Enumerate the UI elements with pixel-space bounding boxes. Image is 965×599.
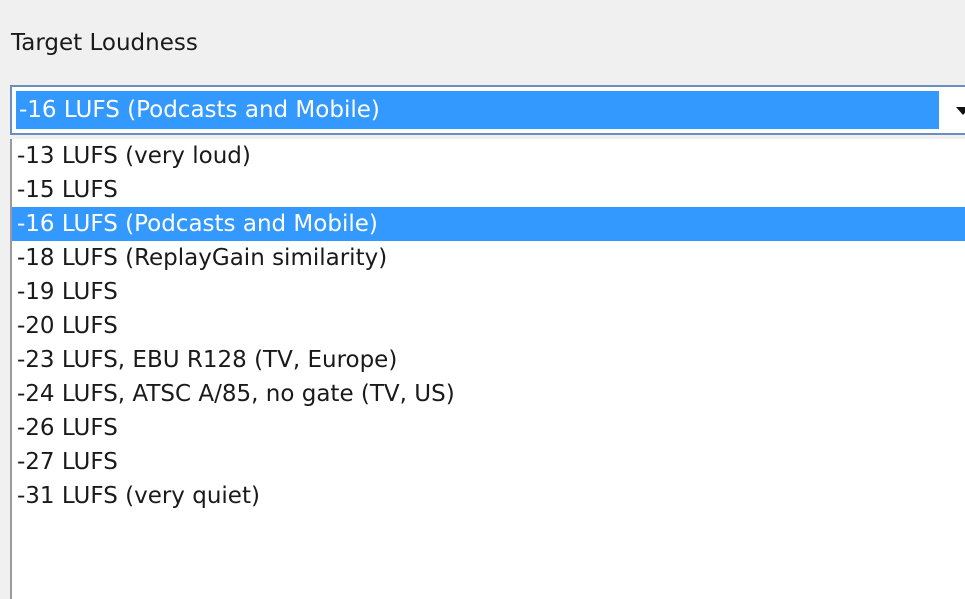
- dropdown-option-highlighted[interactable]: -16 LUFS (Podcasts and Mobile): [12, 207, 965, 241]
- dropdown-arrow-icon[interactable]: [956, 107, 965, 115]
- target-loudness-combobox[interactable]: -16 LUFS (Podcasts and Mobile): [10, 85, 965, 135]
- loudness-dropdown-list: -13 LUFS (very loud) -15 LUFS -16 LUFS (…: [10, 139, 965, 599]
- dropdown-option[interactable]: -18 LUFS (ReplayGain similarity): [12, 241, 965, 275]
- dropdown-option[interactable]: -20 LUFS: [12, 309, 965, 343]
- dropdown-option[interactable]: -15 LUFS: [12, 173, 965, 207]
- dropdown-option[interactable]: -13 LUFS (very loud): [12, 139, 965, 173]
- dropdown-option[interactable]: -26 LUFS: [12, 411, 965, 445]
- dropdown-option[interactable]: -27 LUFS: [12, 445, 965, 479]
- combobox-selected-value: -16 LUFS (Podcasts and Mobile): [16, 91, 939, 129]
- dropdown-option[interactable]: -24 LUFS, ATSC A/85, no gate (TV, US): [12, 377, 965, 411]
- dropdown-option[interactable]: -19 LUFS: [12, 275, 965, 309]
- dropdown-option[interactable]: -31 LUFS (very quiet): [12, 479, 965, 513]
- target-loudness-label: Target Loudness: [11, 30, 198, 56]
- dropdown-option[interactable]: -23 LUFS, EBU R128 (TV, Europe): [12, 343, 965, 377]
